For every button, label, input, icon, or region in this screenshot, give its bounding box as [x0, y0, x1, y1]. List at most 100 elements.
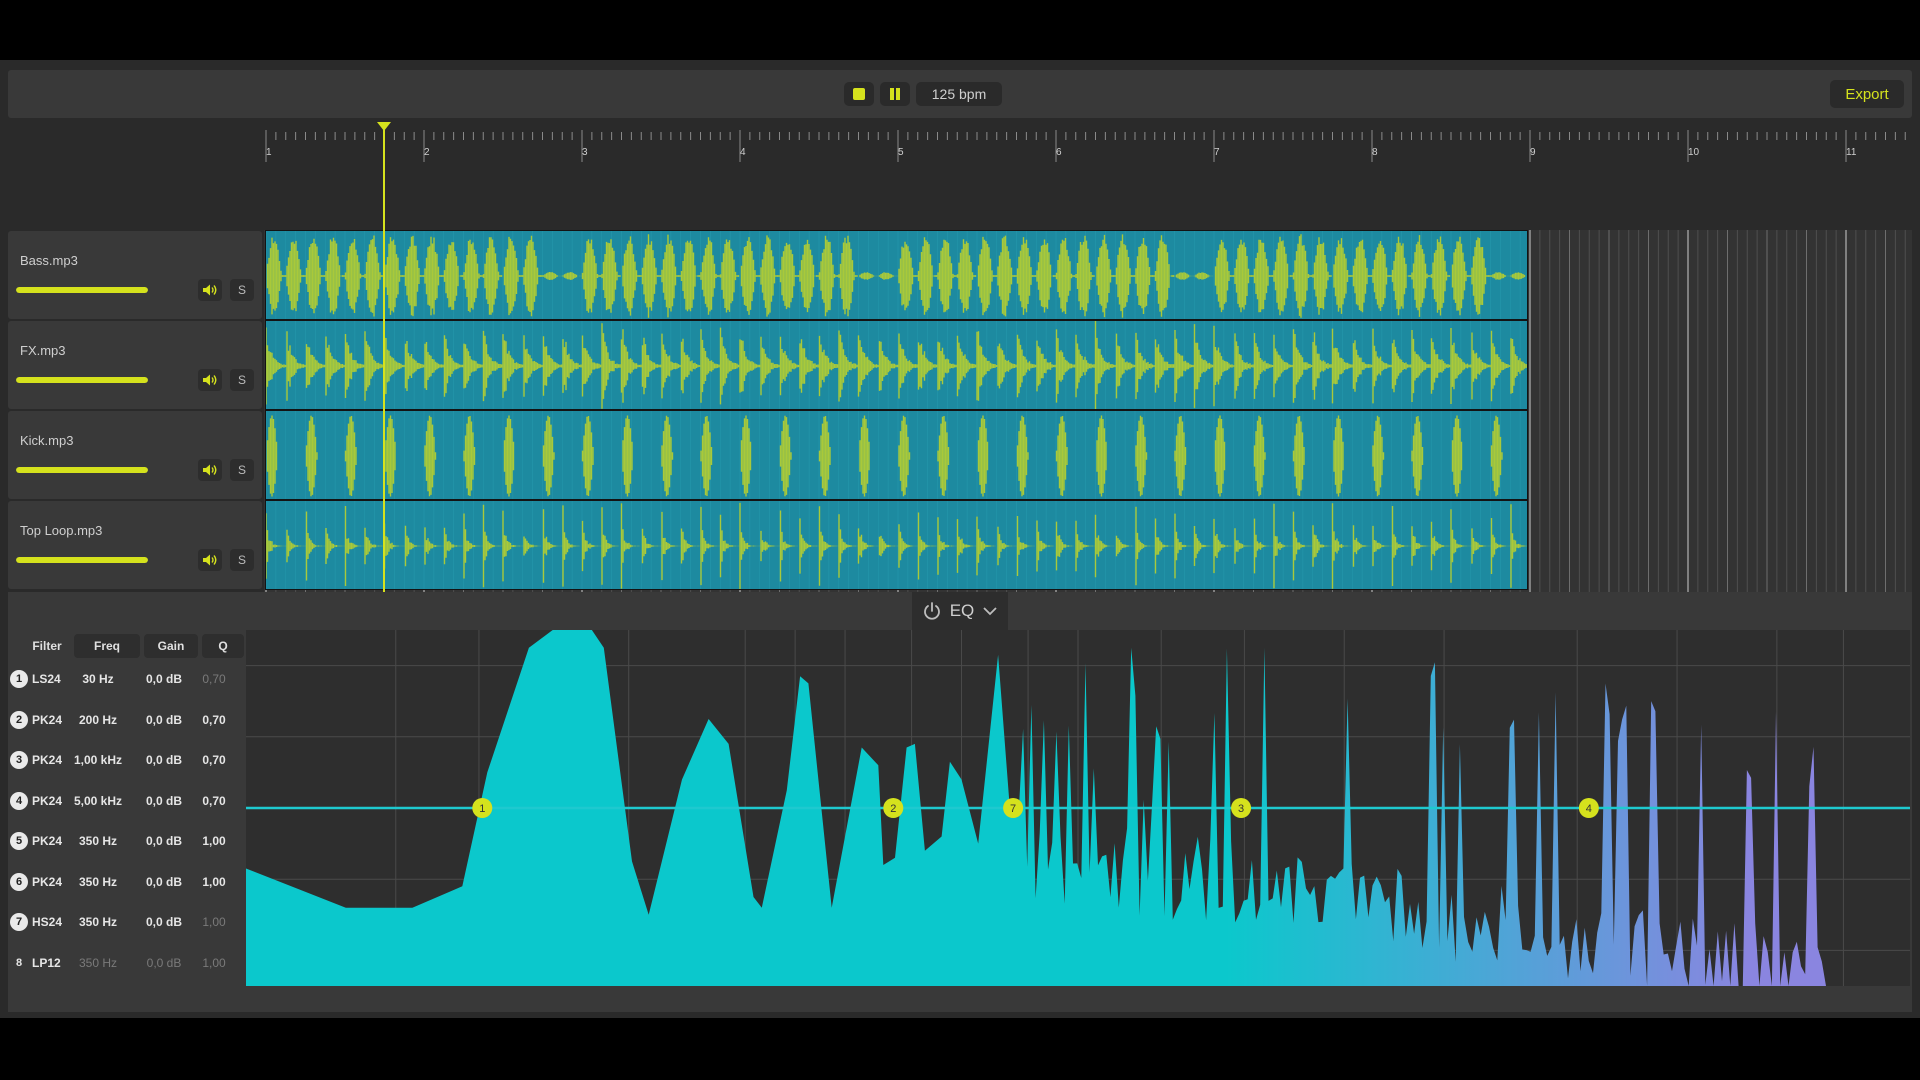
- track-header: Kick.mp3 S: [8, 411, 262, 499]
- bar-number: 4: [740, 147, 746, 158]
- audio-clip[interactable]: [265, 500, 1528, 590]
- mute-button[interactable]: [198, 459, 222, 481]
- eq-band-row[interactable]: 4 PK24 5,00 kHz 0,0 dB 0,70: [8, 786, 248, 816]
- track-header: Top Loop.mp3 S: [8, 501, 262, 589]
- band-number[interactable]: 5: [10, 832, 28, 850]
- solo-button[interactable]: S: [230, 369, 254, 391]
- eq-band-row[interactable]: 8 LP12 350 Hz 0,0 dB 1,00: [8, 948, 248, 978]
- volume-slider[interactable]: [16, 377, 148, 383]
- band-gain[interactable]: 0,0 dB: [140, 875, 188, 889]
- stop-icon: [853, 88, 865, 100]
- band-q[interactable]: 0,70: [194, 672, 234, 686]
- band-q[interactable]: 1,00: [194, 915, 234, 929]
- eq-band-row[interactable]: 6 PK24 350 Hz 0,0 dB 1,00: [8, 867, 248, 897]
- export-button[interactable]: Export: [1830, 80, 1904, 108]
- band-number[interactable]: 8: [10, 954, 28, 972]
- band-gain[interactable]: 0,0 dB: [140, 834, 188, 848]
- band-number[interactable]: 6: [10, 872, 28, 891]
- audio-clip[interactable]: [265, 230, 1528, 320]
- speaker-icon: [203, 554, 217, 566]
- playhead[interactable]: [383, 126, 385, 654]
- mute-button[interactable]: [198, 549, 222, 571]
- band-frequency[interactable]: 350 Hz: [58, 915, 138, 929]
- band-gain[interactable]: 0,0 dB: [140, 713, 188, 727]
- volume-slider[interactable]: [16, 557, 148, 563]
- spectrum-analyzer[interactable]: 1 2 7 3 4: [246, 630, 1910, 986]
- clip-waveform: [266, 411, 1521, 499]
- bpm-field[interactable]: 125 bpm: [916, 82, 1002, 106]
- chevron-down-icon[interactable]: [982, 605, 998, 617]
- waveform: [266, 234, 1527, 318]
- band-gain[interactable]: 0,0 dB: [140, 956, 188, 970]
- solo-button[interactable]: S: [230, 549, 254, 571]
- band-q[interactable]: 1,00: [194, 875, 234, 889]
- band-number[interactable]: 4: [10, 791, 28, 810]
- bar-number: 6: [1056, 147, 1062, 158]
- band-q[interactable]: 0,70: [194, 753, 234, 767]
- solo-button[interactable]: S: [230, 459, 254, 481]
- band-gain[interactable]: 0,0 dB: [140, 794, 188, 808]
- eq-band-row[interactable]: 1 LS24 30 Hz 0,0 dB 0,70: [8, 664, 248, 694]
- arrangement-view: 1234567891011 00:0000:0100:0300:0500:070…: [0, 118, 1920, 654]
- volume-slider[interactable]: [16, 287, 148, 293]
- eq-band-row[interactable]: 3 PK24 1,00 kHz 0,0 dB 0,70: [8, 745, 248, 775]
- filter-type[interactable]: LS24: [32, 672, 61, 686]
- band-number[interactable]: 1: [10, 670, 28, 688]
- waveform: [266, 502, 1527, 589]
- pause-button[interactable]: [880, 82, 910, 106]
- band-q[interactable]: 1,00: [194, 834, 234, 848]
- volume-fill: [16, 557, 148, 563]
- band-number[interactable]: 2: [10, 710, 28, 729]
- eq-marker-label: 7: [1010, 803, 1016, 815]
- band-q[interactable]: 1,00: [194, 956, 234, 970]
- audio-clip[interactable]: [265, 410, 1528, 500]
- eq-header[interactable]: EQ: [912, 592, 1008, 630]
- band-frequency[interactable]: 350 Hz: [58, 834, 138, 848]
- band-gain[interactable]: 0,0 dB: [140, 915, 188, 929]
- volume-fill: [16, 467, 148, 473]
- power-icon[interactable]: [922, 601, 942, 621]
- bar-number: 3: [582, 147, 588, 158]
- track-header: Bass.mp3 S: [8, 231, 262, 319]
- mute-button[interactable]: [198, 279, 222, 301]
- stop-button[interactable]: [844, 82, 874, 106]
- speaker-icon: [203, 284, 217, 296]
- band-q[interactable]: 0,70: [194, 794, 234, 808]
- band-frequency[interactable]: 1,00 kHz: [58, 753, 138, 767]
- band-frequency[interactable]: 350 Hz: [58, 956, 138, 970]
- bar-number: 11: [1846, 147, 1857, 158]
- eq-panel: EQ Filter Freq Gain Q 1 LS24 30 Hz 0,0 d…: [8, 592, 1912, 1012]
- band-number[interactable]: 3: [10, 751, 28, 769]
- volume-fill: [16, 287, 148, 293]
- band-q[interactable]: 0,70: [194, 713, 234, 727]
- audio-clip[interactable]: [265, 320, 1528, 410]
- eq-marker-label: 2: [890, 803, 896, 815]
- eq-band-row[interactable]: 2 PK24 200 Hz 0,0 dB 0,70: [8, 705, 248, 735]
- eq-marker-label: 3: [1238, 803, 1244, 815]
- bar-number: 9: [1530, 147, 1536, 158]
- solo-button[interactable]: S: [230, 279, 254, 301]
- band-frequency[interactable]: 30 Hz: [58, 672, 138, 686]
- bar-number: 8: [1372, 147, 1378, 158]
- bar-ruler[interactable]: 1 2 3 4 5 6 7 8 9 10 11: [264, 118, 1912, 172]
- bar-number: 2: [424, 147, 430, 158]
- eq-band-row[interactable]: 7 HS24 350 Hz 0,0 dB 1,00: [8, 907, 248, 937]
- filter-type[interactable]: LP12: [32, 956, 61, 970]
- bar-number: 10: [1688, 147, 1700, 158]
- band-frequency[interactable]: 5,00 kHz: [58, 794, 138, 808]
- eq-marker-label: 4: [1586, 803, 1592, 815]
- eq-marker-label: 1: [479, 803, 485, 815]
- mute-button[interactable]: [198, 369, 222, 391]
- track-name: FX.mp3: [20, 343, 66, 358]
- speaker-icon: [203, 374, 217, 386]
- band-gain[interactable]: 0,0 dB: [140, 672, 188, 686]
- waveform: [266, 321, 1527, 409]
- track-name: Top Loop.mp3: [20, 523, 103, 538]
- band-frequency[interactable]: 200 Hz: [58, 713, 138, 727]
- volume-slider[interactable]: [16, 467, 148, 473]
- eq-band-row[interactable]: 5 PK24 350 Hz 0,0 dB 1,00: [8, 826, 248, 856]
- band-frequency[interactable]: 350 Hz: [58, 875, 138, 889]
- band-gain[interactable]: 0,0 dB: [140, 753, 188, 767]
- transport-bar: 125 bpm Export: [8, 70, 1912, 118]
- band-number[interactable]: 7: [10, 913, 28, 931]
